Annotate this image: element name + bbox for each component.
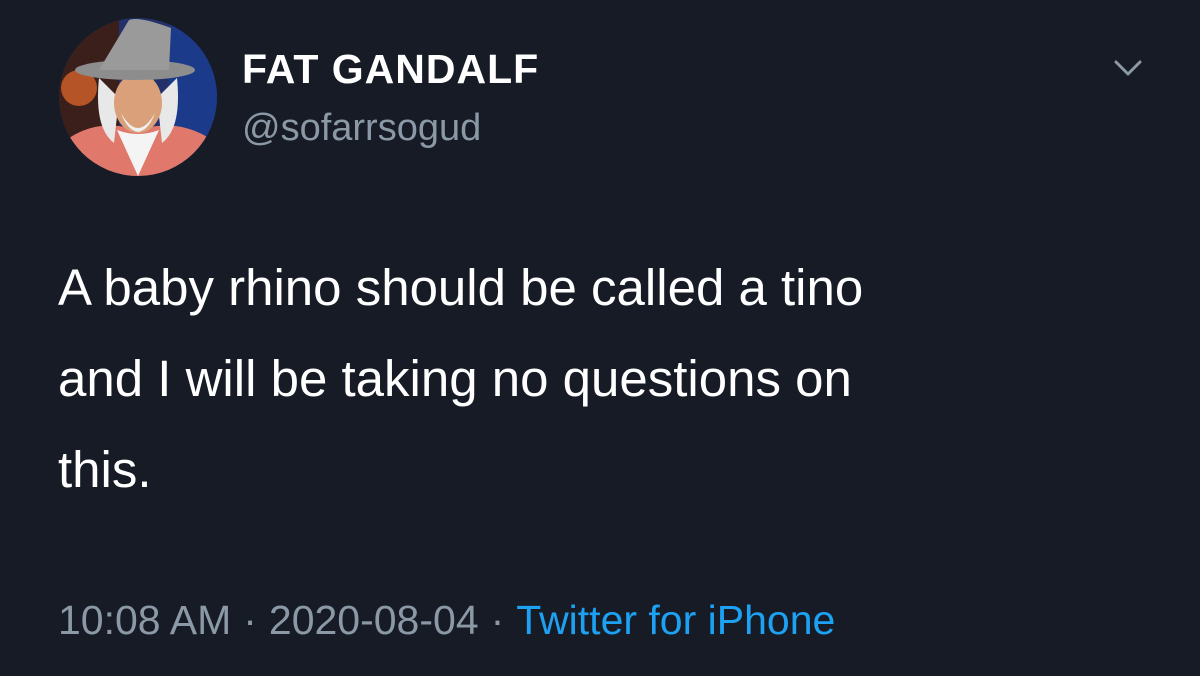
tweet-text-line: and I will be taking no questions on — [58, 350, 852, 407]
tweet-source-link[interactable]: Twitter for iPhone — [516, 597, 835, 643]
tweet-text-line: this. — [58, 441, 152, 498]
user-handle[interactable]: @sofarrsogud — [242, 104, 481, 152]
chevron-down-icon[interactable] — [1108, 52, 1148, 82]
avatar-image — [59, 18, 217, 176]
separator: · — [243, 597, 257, 643]
tweet-date[interactable]: 2020-08-04 — [269, 597, 479, 643]
tweet-metadata: 10:08 AM · 2020-08-04 · Twitter for iPhone — [58, 592, 835, 648]
tweet-time[interactable]: 10:08 AM — [58, 597, 231, 643]
tweet-card: FAT GANDALF @sofarrsogud A baby rhino sh… — [0, 0, 1200, 676]
avatar[interactable] — [59, 18, 217, 176]
tweet-text: A baby rhino should be called a tino and… — [58, 242, 1148, 515]
separator: · — [490, 597, 505, 643]
tweet-text-line: A baby rhino should be called a tino — [58, 259, 864, 316]
display-name[interactable]: FAT GANDALF — [242, 44, 539, 94]
